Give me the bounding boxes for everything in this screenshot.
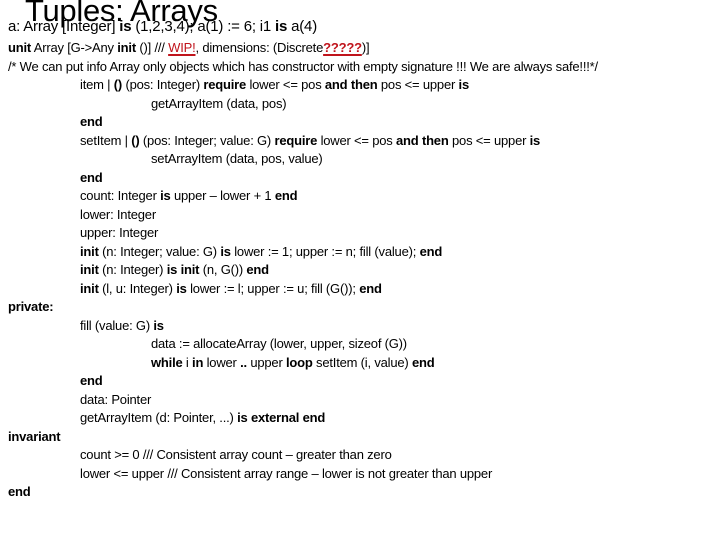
keyword: end xyxy=(411,355,435,370)
keyword: () xyxy=(131,133,140,148)
setitem-body-line: setArrayItem (data, pos, value) xyxy=(151,151,323,166)
keyword: is xyxy=(220,244,231,259)
final-end-line: end xyxy=(8,484,31,500)
code-text: (n: Integer; value: G) xyxy=(98,244,221,259)
code-text: )] xyxy=(361,40,370,55)
keyword: init xyxy=(180,262,200,277)
fill-loop-line: while i in lower .. upper loop setItem (… xyxy=(151,355,435,371)
private-section-label: private: xyxy=(8,299,54,315)
lower-line: lower: Integer xyxy=(80,207,156,222)
code-text: (n, G()) xyxy=(199,262,247,277)
upper-line: upper: Integer xyxy=(80,225,159,240)
code-text: getArrayItem (d: Pointer, ...) xyxy=(80,410,238,425)
invariant-range-line: lower <= upper /// Consistent array rang… xyxy=(80,466,493,481)
keyword: require xyxy=(274,133,318,148)
keyword: invariant xyxy=(8,429,61,444)
invariant-section-label: invariant xyxy=(8,429,61,445)
code-text: (1,2,3,4); a(1) := 6; i1 xyxy=(131,18,276,35)
code-text: Array [G->Any xyxy=(31,40,118,55)
comment-line: /* We can put info Array only objects wh… xyxy=(8,59,598,74)
setitem-signature-line: setItem | () (pos: Integer; value: G) re… xyxy=(80,133,540,149)
end-line: end xyxy=(80,114,103,130)
question-marker: ????? xyxy=(323,40,362,55)
keyword: init xyxy=(80,281,99,296)
item-body-line: getArrayItem (data, pos) xyxy=(151,96,287,111)
keyword: end xyxy=(246,262,269,277)
code-text: (l, u: Integer) xyxy=(98,281,177,296)
keyword: while xyxy=(151,355,183,370)
keyword: require xyxy=(203,77,247,92)
count-line: count: Integer is upper – lower + 1 end xyxy=(80,188,298,204)
keyword: private: xyxy=(8,299,54,314)
keyword: end xyxy=(80,373,103,388)
keyword: is xyxy=(166,262,178,277)
init-value-line: init (n: Integer; value: G) is lower := … xyxy=(80,244,442,260)
keyword: is xyxy=(529,133,541,148)
keyword: () xyxy=(113,77,123,92)
code-text: lower <= pos xyxy=(246,77,325,92)
item-signature-line: item | () (pos: Integer) require lower <… xyxy=(80,77,469,93)
code-text: (pos: Integer) xyxy=(122,77,204,92)
code-text: lower <= pos xyxy=(317,133,397,148)
init-n-line: init (n: Integer) is init (n, G()) end xyxy=(80,262,269,278)
keyword: is xyxy=(153,318,164,333)
code-text: setItem (i, value) xyxy=(312,355,412,370)
array-declaration-line: a: Array [Integer] is (1,2,3,4); a(1) :=… xyxy=(8,19,317,35)
code-text: setItem | xyxy=(80,133,132,148)
unit-declaration-line: unit Array [G->Any init ()] /// WIP!, di… xyxy=(8,40,370,56)
code-text: count: Integer xyxy=(80,188,161,203)
fill-alloc-line: data := allocateArray (lower, upper, siz… xyxy=(151,336,407,351)
keyword: init xyxy=(80,244,99,259)
code-text: , dimensions: (Discrete xyxy=(195,40,324,55)
keyword: loop xyxy=(285,355,313,370)
code-text: pos <= upper xyxy=(377,77,459,92)
data-pointer-line: data: Pointer xyxy=(80,392,152,407)
code-text: (pos: Integer; value: G) xyxy=(139,133,275,148)
keyword: end xyxy=(8,484,31,499)
keyword: is xyxy=(160,188,171,203)
code-text: lower xyxy=(203,355,241,370)
code-text: a: Array [Integer] xyxy=(8,18,120,35)
keyword: is xyxy=(119,18,132,35)
keyword: is xyxy=(176,281,187,296)
wip-marker: WIP! xyxy=(168,40,196,55)
keyword: is external end xyxy=(237,410,326,425)
keyword: and then xyxy=(396,133,449,148)
code-text: upper xyxy=(246,355,286,370)
fill-signature-line: fill (value: G) is xyxy=(80,318,164,334)
code-text: pos <= upper xyxy=(448,133,530,148)
code-text: item | xyxy=(80,77,114,92)
code-text: lower := 1; upper := n; fill (value); xyxy=(230,244,420,259)
keyword: init xyxy=(117,40,136,55)
keyword: end xyxy=(80,170,103,185)
keyword: end xyxy=(80,114,103,129)
code-text: lower := l; upper := u; fill (G()); xyxy=(186,281,360,296)
end-line: end xyxy=(80,373,103,389)
keyword: .. xyxy=(240,355,247,370)
end-line: end xyxy=(80,170,103,186)
code-text: ()] /// xyxy=(135,40,169,55)
keyword: init xyxy=(80,262,99,277)
code-text: a(4) xyxy=(287,18,317,35)
keyword: end xyxy=(359,281,382,296)
keyword: end xyxy=(419,244,443,259)
keyword: end xyxy=(274,188,298,203)
init-range-line: init (l, u: Integer) is lower := l; uppe… xyxy=(80,281,382,297)
code-text: i xyxy=(182,355,193,370)
getarrayitem-line: getArrayItem (d: Pointer, ...) is extern… xyxy=(80,410,325,426)
keyword: is xyxy=(275,18,288,35)
keyword: is xyxy=(458,77,470,92)
code-text: (n: Integer) xyxy=(98,262,167,277)
code-text: fill (value: G) xyxy=(80,318,154,333)
keyword: and then xyxy=(324,77,378,92)
invariant-count-line: count >= 0 /// Consistent array count – … xyxy=(80,447,392,462)
keyword: in xyxy=(192,355,204,370)
code-text: upper – lower + 1 xyxy=(170,188,275,203)
keyword: unit xyxy=(8,40,32,55)
